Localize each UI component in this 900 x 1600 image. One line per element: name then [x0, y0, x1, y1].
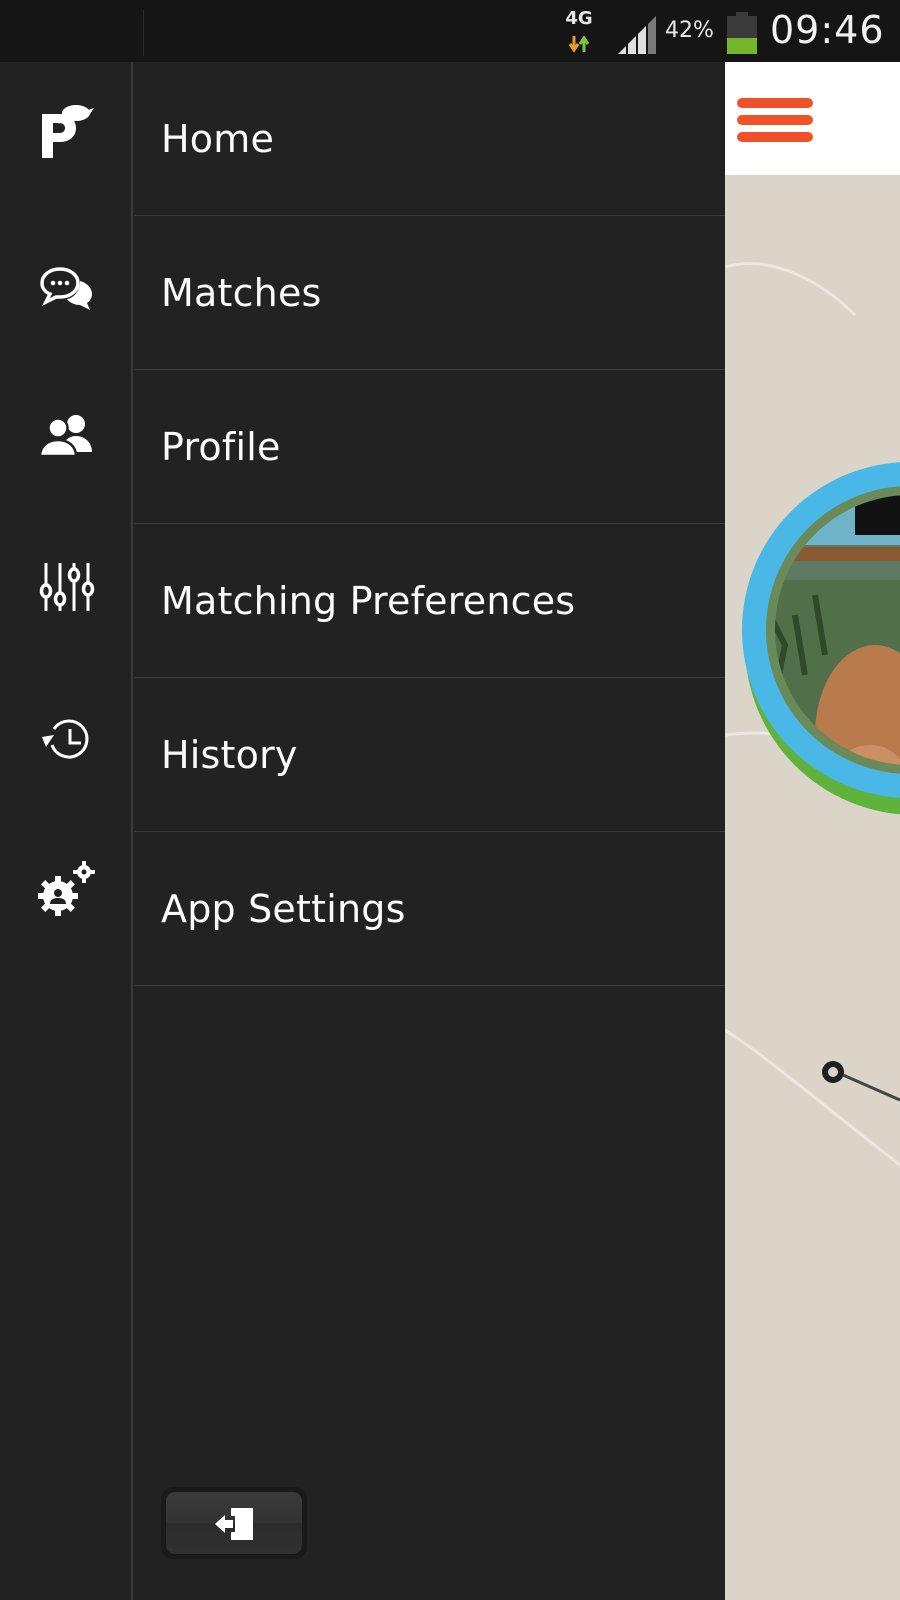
menu-item-history[interactable]: History — [135, 678, 725, 832]
menu-item-profile[interactable]: Profile — [135, 370, 725, 524]
network-type: 4G — [565, 8, 593, 29]
logout-door-icon — [215, 1508, 253, 1540]
chat-bubbles-icon[interactable] — [34, 253, 98, 317]
menu-item-matches[interactable]: Matches — [135, 216, 725, 370]
users-icon[interactable] — [34, 404, 98, 468]
network-indicator: 4G — [562, 8, 596, 54]
menu-item-label: Matching Preferences — [161, 578, 576, 623]
status-bar-divider — [143, 10, 144, 56]
battery-icon — [727, 12, 757, 54]
history-clock-icon[interactable] — [34, 707, 98, 771]
menu-item-label: Profile — [161, 424, 281, 469]
nav-icon-rail — [0, 62, 133, 1600]
data-transfer-icon — [568, 35, 590, 53]
menu-item-label: History — [161, 732, 298, 777]
logout-button[interactable] — [161, 1487, 307, 1559]
gears-icon[interactable] — [34, 858, 98, 922]
sliders-icon[interactable] — [34, 555, 98, 619]
menu-item-label: Matches — [161, 270, 322, 315]
menu-item-label: Home — [161, 116, 275, 161]
hamburger-menu-icon[interactable] — [737, 98, 813, 144]
battery-percent: 42% — [665, 18, 714, 43]
signal-strength-icon — [618, 16, 656, 54]
menu-item-label: App Settings — [161, 886, 406, 931]
app-header — [725, 62, 900, 175]
side-menu: Home Matches Profile Matching Preference… — [135, 62, 725, 1600]
menu-item-matching-preferences[interactable]: Matching Preferences — [135, 524, 725, 678]
menu-item-app-settings[interactable]: App Settings — [135, 832, 725, 986]
status-bar: 4G 42% 09:46 — [0, 0, 900, 62]
clock: 09:46 — [770, 8, 885, 52]
profile-photo-circle — [725, 175, 900, 1600]
main-content-peek[interactable] — [725, 62, 900, 1600]
menu-item-home[interactable]: Home — [135, 62, 725, 216]
home-logo-icon[interactable] — [34, 100, 98, 164]
